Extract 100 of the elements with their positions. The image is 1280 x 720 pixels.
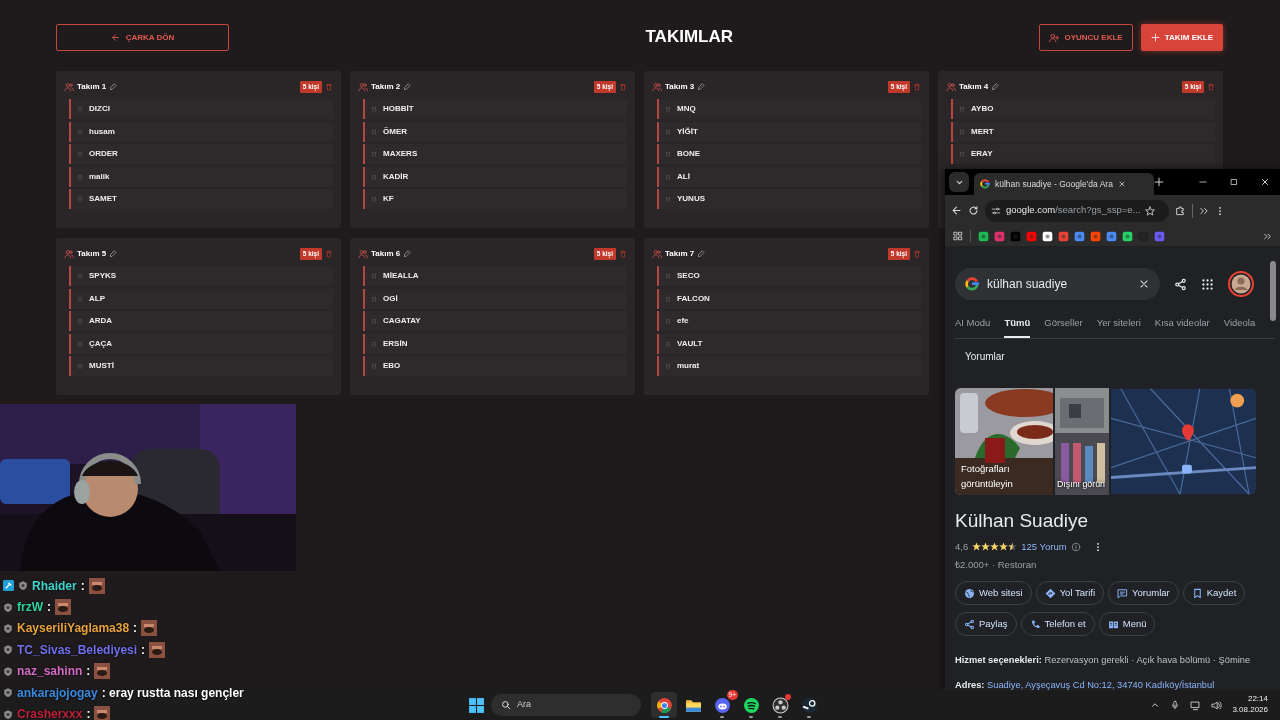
address-link[interactable]: Suadiye, Ayşeçavuş Cd No:12, 34740 Kadıköy/İstanbul bbox=[987, 680, 1215, 690]
back-button[interactable]: ÇARKA DÖN bbox=[56, 24, 229, 51]
taskbar-search[interactable]: Ara bbox=[491, 694, 641, 716]
player-row[interactable]: murat bbox=[657, 356, 921, 377]
player-row[interactable]: ERSİN bbox=[363, 333, 627, 354]
player-row[interactable]: MUSTİ bbox=[69, 356, 333, 377]
trash-icon[interactable] bbox=[325, 83, 333, 91]
network-icon[interactable] bbox=[1190, 699, 1202, 711]
search-tab[interactable]: AI Modu bbox=[955, 316, 991, 339]
extensions-icon[interactable] bbox=[1175, 205, 1186, 216]
avatar[interactable] bbox=[1228, 271, 1254, 297]
search-tab[interactable]: Yer siteleri bbox=[1096, 316, 1141, 339]
player-row[interactable]: ÇAÇA bbox=[69, 333, 333, 354]
microphone-icon[interactable] bbox=[1170, 700, 1181, 710]
search-tab[interactable]: Videola bbox=[1223, 316, 1256, 339]
clock-time[interactable]: 22:14 bbox=[1232, 694, 1268, 705]
player-row[interactable]: ÖMER bbox=[363, 121, 627, 142]
chat-username[interactable]: TC_Sivas_Belediyesi bbox=[17, 640, 138, 659]
player-row[interactable]: BONE bbox=[657, 144, 921, 165]
apps-icon[interactable] bbox=[1201, 277, 1214, 291]
reviews-link[interactable]: 125 Yorum bbox=[1021, 539, 1067, 554]
player-row[interactable]: EBO bbox=[363, 356, 627, 377]
search-field[interactable]: külhan suadiye bbox=[955, 268, 1160, 300]
search-tab[interactable]: Kısa videolar bbox=[1154, 316, 1210, 339]
browser-tab[interactable]: külhan suadiye - Google'da Ara bbox=[974, 173, 1154, 195]
player-row[interactable]: DIZCI bbox=[69, 99, 333, 119]
player-row[interactable]: SAMET bbox=[69, 189, 333, 210]
share-icon[interactable] bbox=[1174, 277, 1187, 291]
bookmark-icon[interactable] bbox=[1042, 230, 1053, 242]
clock-date[interactable]: 3.08.2026 bbox=[1232, 705, 1268, 716]
player-row[interactable]: malik bbox=[69, 166, 333, 187]
add-team-button[interactable]: TAKIM EKLE bbox=[1140, 24, 1223, 51]
scrollbar[interactable] bbox=[1270, 261, 1276, 321]
player-row[interactable]: FALCON bbox=[657, 288, 921, 309]
player-row[interactable]: ORDER bbox=[69, 144, 333, 165]
player-row[interactable]: efe bbox=[657, 311, 921, 332]
player-row[interactable]: MERT bbox=[951, 121, 1215, 142]
star-icon[interactable] bbox=[1145, 205, 1156, 216]
player-row[interactable]: OGİ bbox=[363, 288, 627, 309]
player-row[interactable]: YİĞİT bbox=[657, 121, 921, 142]
player-row[interactable]: ALİ bbox=[657, 166, 921, 187]
chat-username[interactable]: ankarajojogay bbox=[17, 683, 98, 702]
trash-icon[interactable] bbox=[1207, 83, 1215, 91]
volume-icon[interactable] bbox=[1211, 699, 1223, 711]
new-tab-icon[interactable] bbox=[1154, 177, 1164, 187]
player-row[interactable]: SPYKS bbox=[69, 265, 333, 286]
info-icon[interactable] bbox=[1070, 541, 1081, 552]
pencil-icon[interactable] bbox=[991, 83, 1000, 91]
trash-icon[interactable] bbox=[913, 83, 921, 91]
player-row[interactable]: SECO bbox=[657, 265, 921, 286]
player-row[interactable]: MNQ bbox=[657, 99, 921, 119]
reload-icon[interactable] bbox=[968, 205, 979, 216]
add-player-button[interactable]: OYUNCU EKLE bbox=[1039, 24, 1133, 51]
trash-icon[interactable] bbox=[619, 249, 627, 258]
player-row[interactable]: MAXERS bbox=[363, 144, 627, 165]
player-row[interactable]: husam bbox=[69, 121, 333, 142]
close-icon[interactable] bbox=[1117, 180, 1126, 188]
trash-icon[interactable] bbox=[325, 249, 333, 258]
search-tab[interactable]: Görseller bbox=[1044, 316, 1083, 339]
player-row[interactable]: YUNUS bbox=[657, 189, 921, 210]
player-row[interactable]: ALP bbox=[69, 288, 333, 309]
star-icon bbox=[990, 542, 1000, 552]
taskbar-app[interactable] bbox=[651, 692, 677, 718]
pencil-icon[interactable] bbox=[109, 249, 118, 258]
player-row[interactable]: ARDA bbox=[69, 311, 333, 332]
start-icon[interactable] bbox=[468, 696, 485, 714]
tab-list-button[interactable] bbox=[949, 172, 969, 192]
arrow-left-icon bbox=[110, 33, 120, 42]
back-icon[interactable] bbox=[951, 205, 962, 216]
chevron-up-icon[interactable] bbox=[1150, 700, 1161, 710]
pencil-icon[interactable] bbox=[403, 83, 412, 91]
player-row[interactable]: HOBBİT bbox=[363, 99, 627, 119]
pencil-icon[interactable] bbox=[697, 83, 706, 91]
chat-username[interactable]: KayseriliYaglama38 bbox=[17, 619, 130, 638]
apps-icon[interactable] bbox=[953, 231, 963, 241]
player-row[interactable]: KADİR bbox=[363, 166, 627, 187]
player-row[interactable]: MİEALLA bbox=[363, 265, 627, 286]
trash-icon[interactable] bbox=[619, 83, 627, 91]
bookmark-icon[interactable] bbox=[1122, 230, 1133, 242]
double-chevron-icon[interactable] bbox=[1263, 231, 1272, 241]
player-row[interactable]: ERAY bbox=[951, 144, 1215, 165]
search-tab[interactable]: Tümü bbox=[1004, 316, 1031, 339]
chat-username[interactable]: naz_sahinn bbox=[17, 662, 83, 681]
pencil-icon[interactable] bbox=[403, 249, 412, 258]
chat-username[interactable]: Rhaider bbox=[32, 576, 77, 595]
double-chevron-icon[interactable] bbox=[1199, 205, 1209, 216]
player-row[interactable]: CAGATAY bbox=[363, 311, 627, 332]
player-row[interactable]: AYBO bbox=[951, 99, 1215, 119]
chat-message: : bbox=[80, 577, 85, 595]
chat-username[interactable]: frzW bbox=[17, 598, 43, 617]
player-row[interactable]: KF bbox=[363, 189, 627, 210]
clear-icon[interactable] bbox=[1138, 278, 1150, 290]
site-info-icon[interactable] bbox=[991, 205, 1001, 216]
maximize-icon[interactable] bbox=[1229, 177, 1239, 187]
player-row[interactable]: VAULT bbox=[657, 333, 921, 354]
close-icon[interactable] bbox=[1260, 177, 1270, 187]
pencil-icon[interactable] bbox=[697, 249, 706, 258]
address-bar[interactable]: google.com/search?gs_ssp=e... bbox=[985, 199, 1169, 222]
trash-icon[interactable] bbox=[913, 249, 921, 258]
pencil-icon[interactable] bbox=[109, 83, 118, 91]
